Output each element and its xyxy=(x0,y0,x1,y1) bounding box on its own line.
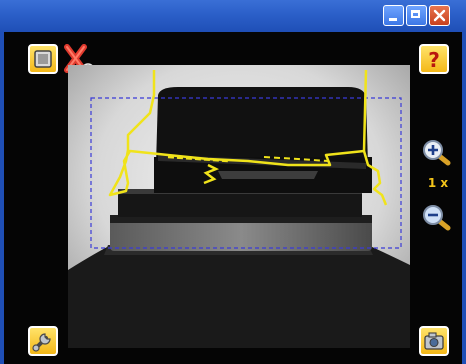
zoom-in-icon xyxy=(423,140,451,166)
stop-icon xyxy=(34,50,52,68)
help-button[interactable]: ? xyxy=(419,44,449,74)
zoom-in-button[interactable] xyxy=(421,139,453,167)
wrench-icon xyxy=(32,333,51,352)
window-frame-right xyxy=(462,32,466,364)
snapshot-button[interactable] xyxy=(419,326,449,356)
question-mark-icon: ? xyxy=(428,48,440,72)
svg-text:?: ? xyxy=(428,48,440,72)
maximize-button[interactable] xyxy=(406,5,427,26)
close-icon xyxy=(433,9,446,22)
inspection-image xyxy=(68,65,410,348)
window-frame-left xyxy=(0,32,4,364)
zoom-out-icon xyxy=(423,205,451,231)
minimize-button[interactable] xyxy=(383,5,404,26)
camera-image[interactable] xyxy=(68,65,410,348)
settings-button[interactable] xyxy=(28,326,58,356)
zoom-out-button[interactable] xyxy=(421,204,453,232)
zoom-level: 1 x xyxy=(427,176,449,190)
close-button[interactable] xyxy=(429,5,450,26)
camera-view-window: ? 1 x xyxy=(0,0,466,364)
stop-button[interactable] xyxy=(28,44,58,74)
camera-icon xyxy=(424,332,444,350)
